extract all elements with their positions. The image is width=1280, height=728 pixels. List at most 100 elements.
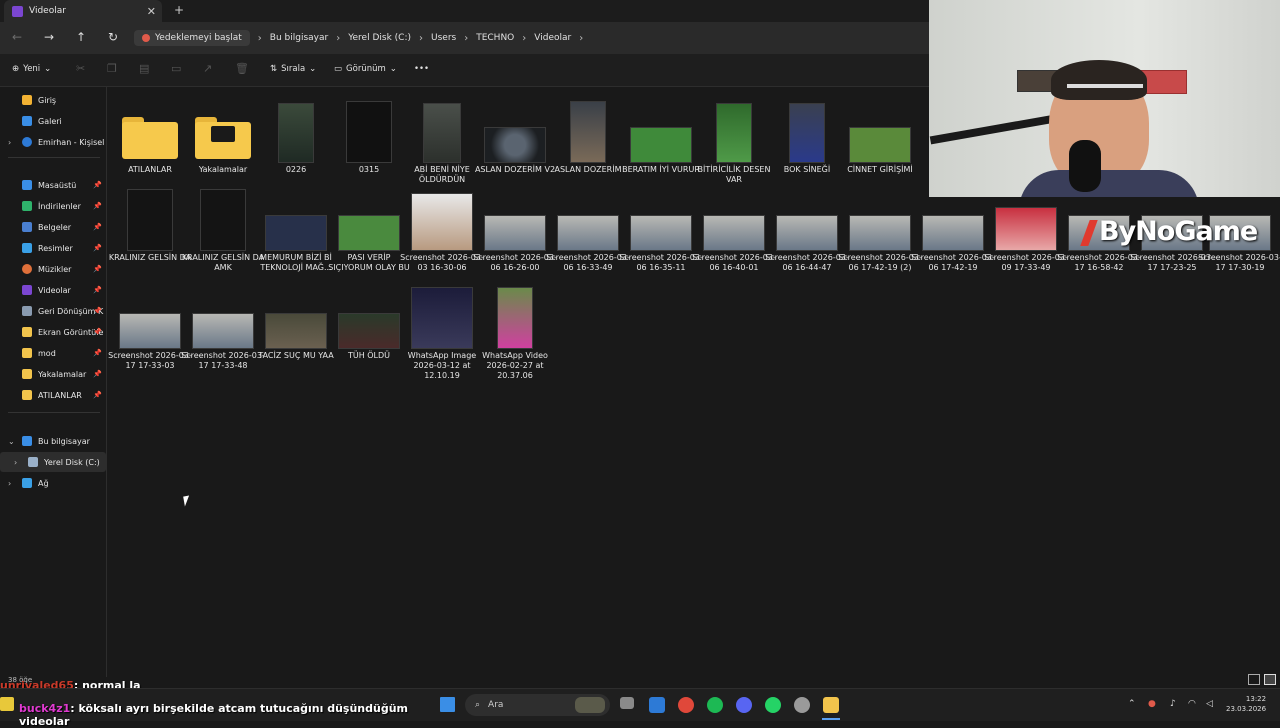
microphone-icon [1069, 140, 1101, 192]
backup-button[interactable]: Yedeklemeyi başlat [134, 30, 250, 46]
folder-icon [22, 327, 32, 337]
chevron-up-icon[interactable]: ⌃ [1128, 699, 1136, 709]
chevron-right-icon: › [14, 457, 18, 467]
copy-icon[interactable]: ❐ [107, 62, 117, 75]
chat-message: buck4z1: köksalı ayrı birşekilde atcam t… [19, 702, 439, 728]
chevron-right-icon: › [257, 32, 262, 44]
computer-icon [22, 436, 32, 446]
rename-icon[interactable]: ▭ [171, 62, 181, 75]
document-icon [22, 222, 32, 232]
breadcrumb-item[interactable]: TECHNO [476, 33, 514, 43]
share-icon[interactable]: ↗ [203, 62, 212, 75]
sidebar-item-pictures[interactable]: Resimler 📌 [0, 238, 106, 258]
chrome-icon[interactable] [678, 697, 694, 713]
chevron-right-icon: › [8, 478, 12, 488]
store-icon[interactable] [649, 697, 665, 713]
image-thumbnail [776, 215, 838, 251]
breadcrumb-item[interactable]: Yerel Disk (C:) [348, 33, 411, 43]
video-thumbnail [423, 103, 461, 163]
video-thumbnail [338, 313, 400, 349]
sidebar-item-recycle-bin[interactable]: Geri Dönüşüm K 📌 [0, 301, 106, 321]
sidebar-item-network[interactable]: › Ağ [0, 473, 106, 493]
sort-button[interactable]: ⇅ Sırala ⌄ [270, 64, 316, 74]
details-view-icon[interactable] [1248, 674, 1260, 685]
discord-icon[interactable] [736, 697, 752, 713]
paste-icon[interactable]: ▤ [139, 62, 149, 75]
sidebar-item-yakalamalar[interactable]: Yakalamalar 📌 [0, 364, 106, 384]
chat-username: buck4z1 [19, 702, 71, 715]
whatsapp-icon[interactable] [765, 697, 781, 713]
sidebar-item-videos[interactable]: Videolar 📌 [0, 280, 106, 300]
pin-icon: 📌 [93, 307, 102, 315]
delete-icon[interactable]: 🗑 [235, 62, 249, 75]
system-clock[interactable]: 13:22 23.03.2026 [1226, 694, 1266, 714]
file-name: MEMURUM BİZİ Bİ TEKNOLOJİ MAĞ... [260, 253, 332, 272]
sidebar-item-downloads[interactable]: İndirilenler 📌 [0, 196, 106, 216]
pictures-icon [22, 243, 32, 253]
sidebar-item-screenshots[interactable]: Ekran Görüntüle 📌 [0, 322, 106, 342]
up-button[interactable]: ↑ [76, 30, 86, 44]
spotify-icon[interactable] [707, 697, 723, 713]
breadcrumb-item[interactable]: Users [431, 33, 456, 43]
cut-icon[interactable]: ✂ [76, 62, 85, 75]
forward-button[interactable]: → [44, 30, 54, 44]
new-tab-button[interactable]: + [174, 3, 184, 17]
breadcrumb: Yedeklemeyi başlat › Bu bilgisayar › Yer… [134, 26, 929, 50]
file-explorer-icon[interactable] [823, 697, 839, 713]
file-name: Screenshot 2026-03-06 17-42-19 (2) [838, 253, 922, 272]
more-options-button[interactable]: ••• [414, 64, 429, 74]
sidebar-item-local-disk[interactable]: › Yerel Disk (C:) [0, 452, 106, 472]
refresh-button[interactable]: ↻ [108, 30, 118, 44]
sidebar-item-music[interactable]: Müzikler 📌 [0, 259, 106, 279]
close-tab-icon[interactable]: ✕ [147, 5, 156, 18]
navigation-pane: Giriş Galeri › Emirhan - Kişisel Masaüst… [0, 87, 107, 677]
pin-icon: 📌 [93, 328, 102, 336]
microphone-icon[interactable]: ♪ [1170, 699, 1176, 709]
view-button[interactable]: ▭ Görünüm ⌄ [334, 64, 397, 74]
volume-icon[interactable]: ◁ [1206, 699, 1213, 709]
chevron-down-icon: ⌄ [389, 64, 397, 74]
back-button[interactable]: ← [12, 30, 22, 44]
file-name: PASI VERİP SIÇIYORUM OLAY BU [328, 253, 410, 272]
pin-icon: 📌 [93, 391, 102, 399]
taskbar-search[interactable]: ⌕ Ara [465, 694, 610, 716]
pin-icon: 📌 [93, 223, 102, 231]
breadcrumb-item[interactable]: Videolar [534, 33, 571, 43]
sidebar-item-documents[interactable]: Belgeler 📌 [0, 217, 106, 237]
folder-icon [122, 117, 178, 159]
wifi-icon[interactable]: ◠ [1188, 699, 1196, 709]
sidebar-item-atilanlar[interactable]: ATILANLAR 📌 [0, 385, 106, 405]
new-button[interactable]: ⊕ Yeni ⌄ [12, 64, 51, 74]
file-name: WhatsApp Image 2026-03-12 at 12.10.19 [407, 351, 477, 380]
sidebar-item-desktop[interactable]: Masaüstü 📌 [0, 175, 106, 195]
file-name: KRALINIZ GELSİN DA AMK [181, 253, 265, 272]
breadcrumb-item[interactable]: Bu bilgisayar [270, 33, 328, 43]
videos-icon [22, 285, 32, 295]
plus-circle-icon: ⊕ [12, 64, 20, 74]
image-thumbnail [557, 215, 619, 251]
file-name: Yakalamalar [198, 165, 248, 174]
sidebar-item-home[interactable]: Giriş [0, 90, 106, 110]
chevron-right-icon: › [419, 32, 423, 44]
obs-icon[interactable] [794, 697, 810, 713]
sidebar-item-this-pc[interactable]: ⌄ Bu bilgisayar [0, 431, 106, 451]
windows-start-icon[interactable] [440, 697, 455, 712]
thumbnail-view-icon[interactable] [1264, 674, 1276, 685]
video-thumbnail [570, 101, 606, 163]
image-thumbnail [922, 215, 984, 251]
video-thumbnail [484, 127, 546, 163]
backup-icon [142, 34, 150, 42]
chat-text: : köksalı ayrı birşekilde atcam tutucağı… [19, 702, 409, 728]
search-highlight-icon [575, 697, 605, 713]
file-name: Screenshot 2026-03-17 17-33-48 [181, 351, 265, 370]
pin-icon: 📌 [93, 286, 102, 294]
sidebar-item-mod[interactable]: mod 📌 [0, 343, 106, 363]
sidebar-item-gallery[interactable]: Galeri [0, 111, 106, 131]
task-view-icon[interactable] [620, 697, 634, 709]
folder-icon [22, 390, 32, 400]
tab-videolar[interactable]: Videolar ✕ [4, 0, 162, 22]
image-thumbnail [119, 313, 181, 349]
chevron-right-icon: › [522, 32, 527, 44]
sidebar-item-onedrive[interactable]: › Emirhan - Kişisel [0, 132, 106, 152]
antivirus-icon[interactable]: ● [1148, 699, 1156, 709]
